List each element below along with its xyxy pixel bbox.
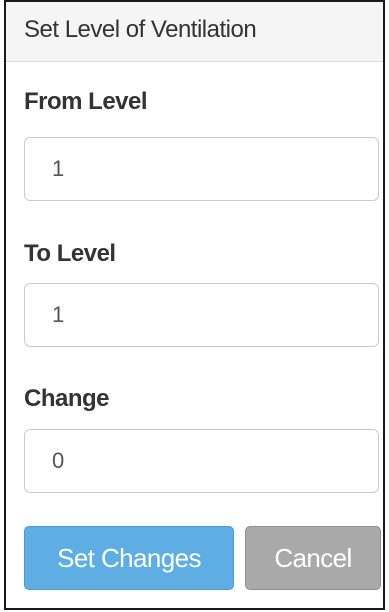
to-level-label: To Level bbox=[24, 240, 116, 267]
cancel-button[interactable]: Cancel bbox=[245, 526, 381, 590]
change-input[interactable] bbox=[24, 429, 379, 493]
to-level-input[interactable] bbox=[24, 283, 379, 347]
panel-title: Set Level of Ventilation bbox=[6, 2, 383, 62]
ventilation-level-panel: Set Level of Ventilation From Level To L… bbox=[4, 0, 385, 610]
set-changes-button[interactable]: Set Changes bbox=[24, 526, 234, 590]
from-level-label: From Level bbox=[24, 88, 148, 115]
from-level-input[interactable] bbox=[24, 137, 379, 201]
change-label: Change bbox=[24, 385, 110, 412]
